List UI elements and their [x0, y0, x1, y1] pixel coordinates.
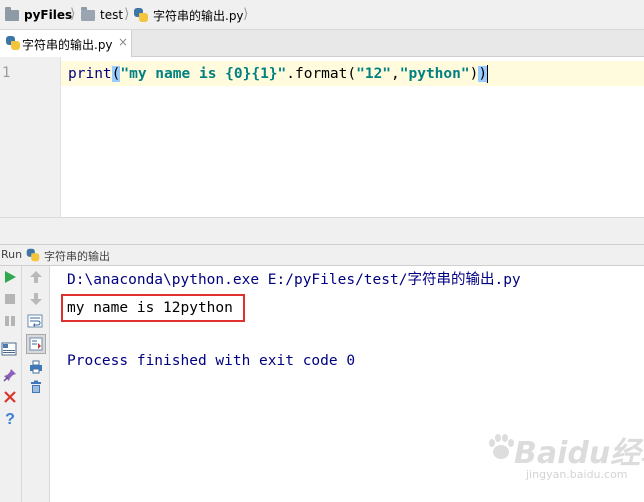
watermark-url: jingyan.baidu.com	[526, 468, 628, 481]
run-toolbar-primary: ?	[0, 266, 22, 502]
folder-icon	[5, 6, 19, 21]
breadcrumb-label: test	[100, 8, 124, 22]
pin-icon[interactable]	[1, 366, 19, 384]
python-file-icon	[26, 248, 40, 262]
python-file-icon	[134, 8, 148, 22]
console-exit-message: Process finished with exit code 0	[67, 353, 356, 369]
stop-icon[interactable]	[1, 290, 19, 308]
down-arrow-icon[interactable]	[27, 290, 45, 308]
close-tab-icon[interactable]: ×	[118, 35, 128, 49]
navigation-bar: pyFiles ⟩ test ⟩ 字符串的输出.py ⟩	[0, 0, 644, 30]
folder-icon	[81, 6, 95, 21]
up-arrow-icon[interactable]	[27, 268, 45, 286]
python-file-icon	[6, 36, 20, 50]
breadcrumb-item-file[interactable]: 字符串的输出.py	[134, 7, 244, 23]
editor-gutter: 1	[0, 57, 61, 217]
run-toolbar-secondary	[22, 266, 50, 502]
breadcrumb-item-pyfiles[interactable]: pyFiles	[5, 6, 73, 23]
panel-divider	[0, 217, 644, 244]
watermark-text: Baidu经验	[514, 436, 644, 471]
soft-wrap-icon[interactable]	[26, 312, 44, 330]
code-token-function: print	[68, 66, 112, 82]
scroll-to-end-icon[interactable]	[26, 334, 46, 354]
layout-icon[interactable]	[0, 340, 18, 358]
console-command-line: D:\anaconda\python.exe E:/pyFiles/test/字…	[67, 272, 521, 288]
code-token-paren: )	[478, 66, 488, 82]
output-highlight-box	[61, 294, 245, 322]
breadcrumb-separator-icon: ⟩	[70, 6, 76, 22]
breadcrumb-item-test[interactable]: test	[81, 6, 124, 23]
code-token-string: "12"	[356, 66, 392, 82]
editor-tab-label: 字符串的输出.py	[22, 38, 113, 52]
watermark: Baidu经验 jingyan.baidu.com	[486, 428, 644, 488]
run-icon[interactable]	[1, 268, 19, 286]
trash-icon[interactable]	[27, 378, 45, 396]
editor-tab[interactable]: 字符串的输出.py ×	[0, 30, 132, 57]
paw-logo-icon	[489, 434, 514, 459]
code-line[interactable]: print("my name is {0}{1}".format("12","p…	[68, 63, 489, 85]
help-icon[interactable]: ?	[1, 411, 19, 429]
code-token-string: "python"	[399, 66, 470, 82]
breadcrumb-label: pyFiles	[24, 8, 73, 22]
text-cursor	[487, 65, 489, 83]
pause-icon[interactable]	[1, 312, 19, 330]
breadcrumb-separator-icon: ⟩	[124, 6, 130, 22]
code-token-method: .format(	[286, 66, 357, 82]
breadcrumb-label: 字符串的输出.py	[153, 8, 244, 23]
close-icon[interactable]	[1, 388, 19, 406]
run-panel-header: Run 字符串的输出	[0, 244, 644, 266]
code-token-comma: ,	[391, 66, 400, 82]
code-token-string: "my name is {0}{1}"	[120, 66, 287, 82]
run-configuration-tab[interactable]: 字符串的输出	[44, 248, 110, 264]
print-icon[interactable]	[27, 358, 45, 376]
run-panel-title: Run	[1, 248, 23, 261]
breadcrumb-separator-icon: ⟩	[243, 6, 249, 22]
line-number: 1	[2, 65, 11, 81]
